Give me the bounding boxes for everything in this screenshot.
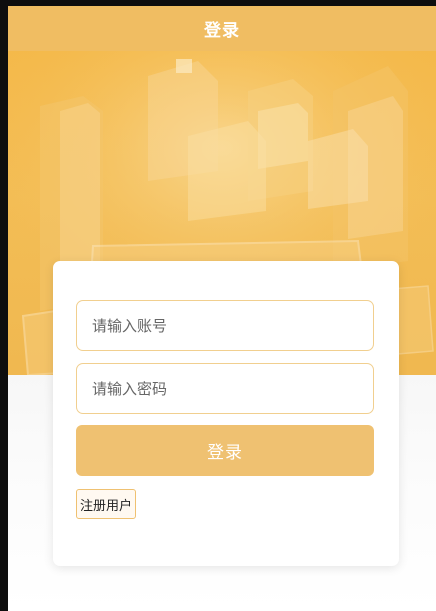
page-title: 登录: [204, 21, 240, 41]
login-card: 登录 注册用户: [53, 261, 399, 566]
nav-bar: 登录: [8, 6, 436, 51]
login-button[interactable]: 登录: [76, 425, 374, 476]
password-input[interactable]: [76, 363, 374, 414]
account-input[interactable]: [76, 300, 374, 351]
register-button[interactable]: 注册用户: [76, 489, 137, 519]
app-screen: 登录 请输入账号 登录 注册用户: [8, 6, 436, 611]
